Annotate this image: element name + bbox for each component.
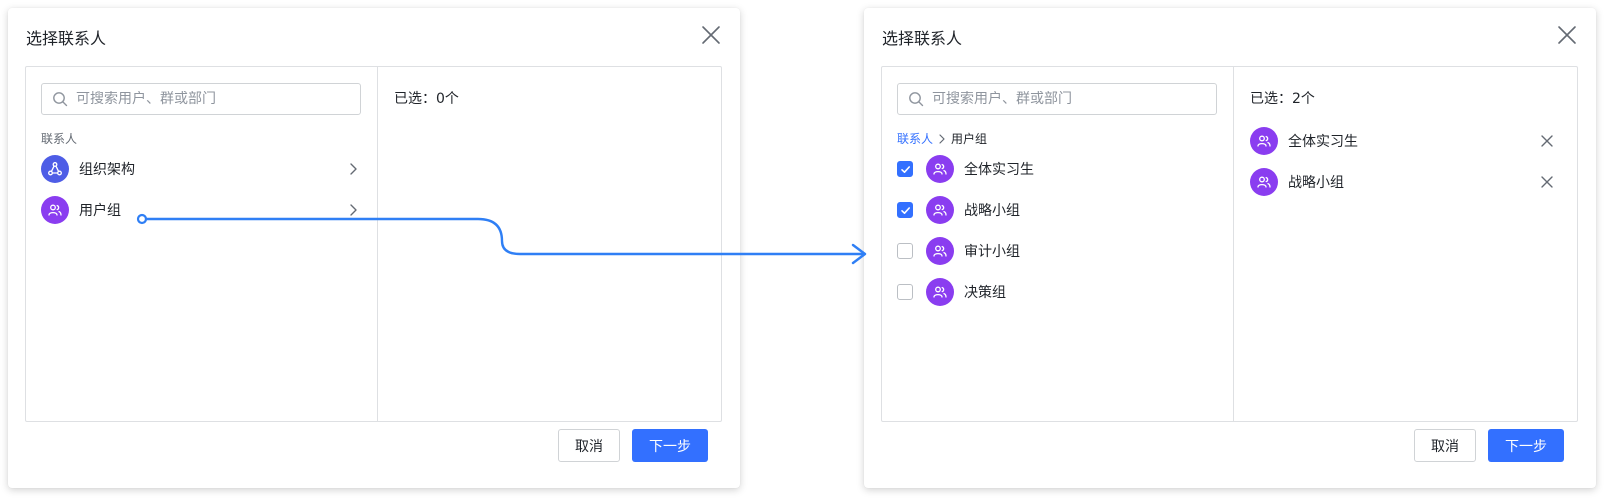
- checkbox-checked[interactable]: [897, 202, 913, 218]
- group-row[interactable]: 审计小组: [897, 235, 1217, 267]
- stage: 选择联系人 联系人: [0, 0, 1604, 500]
- group-row[interactable]: 战略小组: [897, 194, 1217, 226]
- breadcrumb-root-link[interactable]: 联系人: [897, 130, 933, 147]
- selected-item-label: 全体实习生: [1288, 134, 1358, 150]
- chevron-right-icon: [350, 163, 357, 175]
- close-icon[interactable]: [700, 24, 722, 46]
- nav-item-label: 组织架构: [79, 162, 135, 178]
- group-list-pane: 联系人 用户组 全体实习生: [882, 67, 1234, 421]
- user-group-icon: [41, 196, 69, 224]
- group-label: 战略小组: [964, 203, 1020, 219]
- section-label-contacts: 联系人: [41, 132, 78, 146]
- group-label: 审计小组: [964, 244, 1020, 260]
- dialog-title: 选择联系人: [26, 29, 107, 48]
- user-group-icon: [926, 278, 954, 306]
- selected-item: 全体实习生: [1250, 125, 1555, 157]
- search-input[interactable]: [76, 91, 360, 107]
- next-step-button[interactable]: 下一步: [632, 429, 708, 462]
- group-label: 决策组: [964, 285, 1006, 301]
- search-box[interactable]: [41, 83, 361, 115]
- close-icon[interactable]: [1556, 24, 1578, 46]
- selected-item: 战略小组: [1250, 166, 1555, 198]
- selected-pane: 已选：0个: [378, 67, 721, 421]
- checkbox-unchecked[interactable]: [897, 284, 913, 300]
- chevron-right-icon: [939, 133, 945, 144]
- next-step-button[interactable]: 下一步: [1488, 429, 1564, 462]
- picker-panel: 联系人 用户组 全体实习生: [881, 66, 1578, 422]
- chevron-right-icon: [350, 204, 357, 216]
- user-group-icon: [926, 155, 954, 183]
- search-icon: [909, 92, 924, 107]
- user-group-icon: [926, 237, 954, 265]
- selected-count: 已选：2个: [1250, 91, 1315, 107]
- user-group-icon: [1250, 127, 1278, 155]
- nav-item-user-groups[interactable]: 用户组: [41, 194, 361, 226]
- select-contacts-dialog-user-groups: 选择联系人 联系人 用户组: [864, 8, 1596, 488]
- group-label: 全体实习生: [964, 162, 1034, 178]
- select-contacts-dialog-initial: 选择联系人 联系人: [8, 8, 740, 488]
- remove-icon[interactable]: [1539, 174, 1555, 190]
- user-group-icon: [1250, 168, 1278, 196]
- user-group-icon: [926, 196, 954, 224]
- group-row[interactable]: 全体实习生: [897, 153, 1217, 185]
- selected-item-label: 战略小组: [1288, 175, 1344, 191]
- checkbox-unchecked[interactable]: [897, 243, 913, 259]
- selected-pane: 已选：2个 全体实习生 战略小组: [1234, 67, 1577, 421]
- breadcrumb-current: 用户组: [951, 132, 988, 146]
- nav-item-label: 用户组: [79, 203, 121, 219]
- search-icon: [53, 92, 68, 107]
- picker-panel: 联系人 组织架构: [25, 66, 722, 422]
- search-box[interactable]: [897, 83, 1217, 115]
- cancel-button[interactable]: 取消: [1414, 429, 1476, 462]
- remove-icon[interactable]: [1539, 133, 1555, 149]
- contact-source-pane: 联系人 组织架构: [26, 67, 378, 421]
- group-row[interactable]: 决策组: [897, 276, 1217, 308]
- breadcrumb: 联系人 用户组: [897, 130, 987, 147]
- org-chart-icon: [41, 155, 69, 183]
- dialog-title: 选择联系人: [882, 29, 963, 48]
- cancel-button[interactable]: 取消: [558, 429, 620, 462]
- nav-item-org-structure[interactable]: 组织架构: [41, 153, 361, 185]
- search-input[interactable]: [932, 91, 1216, 107]
- checkbox-checked[interactable]: [897, 161, 913, 177]
- selected-count: 已选：0个: [394, 91, 459, 107]
